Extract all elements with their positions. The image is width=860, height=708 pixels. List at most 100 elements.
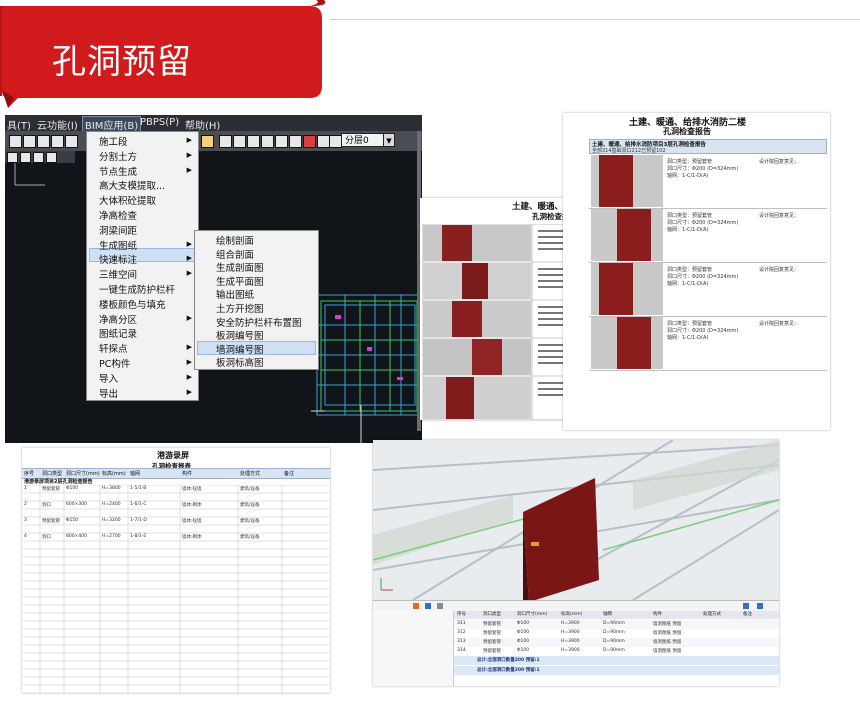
bulb-icon[interactable] — [233, 135, 246, 148]
table-cell: Φ150 — [66, 518, 79, 523]
bim-menu-item[interactable]: 净高检查 — [99, 208, 137, 222]
view3d-column-header: 构件 — [653, 612, 662, 617]
report2-entry-text: 洞口尺寸：Φ200 (D=324mm) — [667, 166, 739, 172]
bulb-icon[interactable] — [219, 135, 232, 148]
report2-entry-comment: 设计院回复意见： — [759, 321, 800, 327]
bim-menu-item[interactable]: 节点生成 — [99, 164, 137, 178]
bulb-icon[interactable] — [261, 135, 274, 148]
toolbar-tool-icon[interactable] — [46, 152, 57, 163]
drawing-submenu-item[interactable]: 组合剖面 — [216, 247, 254, 261]
toolbar-tool-icon[interactable] — [23, 135, 36, 148]
report2-section-header: 土建、暖通、给排水消防项目3层孔洞检查报告 全部314基础洞口212已预留102 — [589, 139, 827, 154]
table-cell: 建筑/设备 — [240, 487, 260, 492]
settings-icon[interactable] — [437, 603, 443, 609]
bim-menu-item[interactable]: 快速标注 — [99, 252, 137, 266]
table-cell: Φ100 — [517, 639, 530, 644]
report3-column-header: 处理方式 — [240, 471, 261, 477]
report2-entry-text: 轴网：1-C/1-D(A) — [667, 335, 709, 341]
toolbar-tool-icon[interactable] — [51, 135, 64, 148]
wall-opening-shape — [617, 209, 651, 261]
drawing-submenu: 绘制剖面 组合剖面 生成剖面图 生成平面图 输出图纸 土方开挖图 安全防护栏杆布置图 板洞编号… — [194, 230, 319, 370]
report2-entry-text: 洞口尺寸：Φ200 (D=324mm) — [667, 328, 739, 334]
report2-entry-text: 洞口尺寸：Φ200 (D=324mm) — [667, 274, 739, 280]
bim-menu-item[interactable]: PC构件 — [99, 356, 130, 370]
toolbar-tool-icon[interactable] — [65, 135, 78, 148]
chevron-down-icon[interactable]: ▼ — [383, 133, 395, 147]
table-cell: 600×300 — [66, 502, 87, 507]
drawing-submenu-item[interactable]: 板洞标高图 — [216, 355, 264, 369]
view3d-column-header: 处理方式 — [703, 612, 721, 617]
table-cell: 建筑/设备 — [240, 503, 260, 508]
view3d-column-header: 洞口类型 — [483, 612, 501, 617]
table-cell: H=2700 — [102, 534, 121, 539]
bim-menu-item[interactable]: 一键生成防护栏杆 — [99, 282, 175, 296]
bim-menu-item[interactable]: 分割土方 — [99, 149, 137, 163]
table-cell: Φ100 — [517, 621, 530, 626]
bulb-icon[interactable] — [247, 135, 260, 148]
menu-help[interactable]: 帮助(H) — [185, 117, 220, 132]
bim-menu-item[interactable]: 洞梁间距 — [99, 223, 137, 237]
bim-menu-item[interactable]: 导入 — [99, 371, 118, 385]
report3-section: 港游录屏项目2层孔洞检查报告 — [24, 479, 93, 485]
table-cell: 1 — [24, 486, 27, 491]
table-icon[interactable] — [425, 603, 431, 609]
view3d-table-header: 序号 洞口类型 洞口尺寸(mm) 标高(mm) 轴网 构件 处理方式 备注 — [453, 611, 779, 619]
refresh-icon[interactable] — [757, 603, 763, 609]
toolbar-tool-icon[interactable] — [37, 135, 50, 148]
bim-menu-item[interactable]: 图纸记录 — [99, 326, 137, 340]
table-cell: 预留套管 — [42, 487, 60, 492]
model-3d-canvas[interactable] — [373, 440, 779, 600]
drawing-submenu-item[interactable]: 安全防护栏杆布置图 — [216, 315, 302, 329]
menu-cloud[interactable]: 云功能(I) — [37, 117, 78, 132]
table-group-label: 总计:全部洞口数量200 预留:1 — [477, 668, 540, 673]
bim-menu-item[interactable]: 轩探点 — [99, 341, 128, 355]
report3-column-header: 洞口类型 — [42, 471, 63, 477]
bim-menu-item[interactable]: 大体积砼提取 — [99, 193, 156, 207]
menu-tools[interactable]: 具(T) — [7, 117, 31, 132]
table-cell: 311 — [457, 621, 466, 626]
table-cell: 预留套管 — [42, 519, 60, 524]
bim-menu-item[interactable]: 净高分区 — [99, 312, 137, 326]
chevron-right-icon: ▶ — [186, 165, 192, 174]
toolbar-tool-icon[interactable] — [7, 152, 18, 163]
export-icon[interactable] — [743, 603, 749, 609]
view3d-column-header: 轴网 — [603, 612, 612, 617]
report2-entry-text: 洞口尺寸：Φ200 (D=324mm) — [667, 220, 739, 226]
drawing-submenu-item[interactable]: 板洞编号图 — [216, 328, 264, 342]
bim-menu-item[interactable]: 导出 — [99, 386, 118, 400]
chevron-right-icon: ▶ — [186, 313, 192, 322]
chevron-right-icon: ▶ — [186, 269, 192, 278]
layer-icon[interactable] — [275, 135, 288, 148]
pencil-icon[interactable] — [201, 135, 214, 148]
table-cell: H=3800 — [102, 486, 121, 491]
filter-icon[interactable] — [413, 603, 419, 609]
report-page-3: 港游录屏 孔洞检查报表 序号 洞口类型 洞口尺寸(mm) 标高(mm) 轴网 构件 处理方式… — [22, 448, 330, 693]
bim-menu-item[interactable]: 楼板颜色与填充 — [99, 297, 166, 311]
toolbar-tool-icon[interactable] — [33, 152, 44, 163]
page-title: 孔洞预留 — [52, 42, 192, 82]
report2-entry-text: 洞口类型：预留套管 — [667, 159, 713, 165]
table-cell: 墙体:砼墙 — [182, 487, 202, 492]
layer-icon[interactable] — [289, 135, 302, 148]
menu-bim[interactable]: BIM应用(B) — [81, 116, 142, 133]
drawing-submenu-item[interactable]: 绘制剖面 — [216, 233, 254, 247]
bim-menu-item[interactable]: 高大支模提取... — [99, 178, 165, 192]
table-cell: 建筑/设备 — [240, 519, 260, 524]
toolbar-tool-icon[interactable] — [20, 152, 31, 163]
toolbar-tool-icon[interactable] — [9, 135, 22, 148]
drawing-submenu-item[interactable]: 输出图纸 — [216, 287, 254, 301]
drawing-submenu-item[interactable]: 生成平面图 — [216, 274, 264, 288]
table-cell: 墙洞图纸 预留 — [653, 631, 682, 636]
report2-entry-image — [591, 263, 663, 315]
report3-column-header: 轴网 — [130, 471, 141, 477]
bim-menu-item[interactable]: 三维空间 — [99, 267, 137, 281]
drawing-submenu-item[interactable]: 生成剖面图 — [216, 260, 264, 274]
menu-pbps[interactable]: PBPS(P) — [140, 117, 179, 128]
view3d-column-header: 备注 — [743, 612, 752, 617]
table-cell: 墙洞图纸 预留 — [653, 622, 682, 627]
eye-icon[interactable] — [303, 135, 316, 148]
drawing-submenu-item[interactable]: 墙洞编号图 — [216, 342, 264, 356]
bim-menu-item[interactable]: 施工段 — [99, 134, 128, 148]
bim-menu-item[interactable]: 生成图纸 — [99, 238, 137, 252]
drawing-submenu-item[interactable]: 土方开挖图 — [216, 301, 264, 315]
